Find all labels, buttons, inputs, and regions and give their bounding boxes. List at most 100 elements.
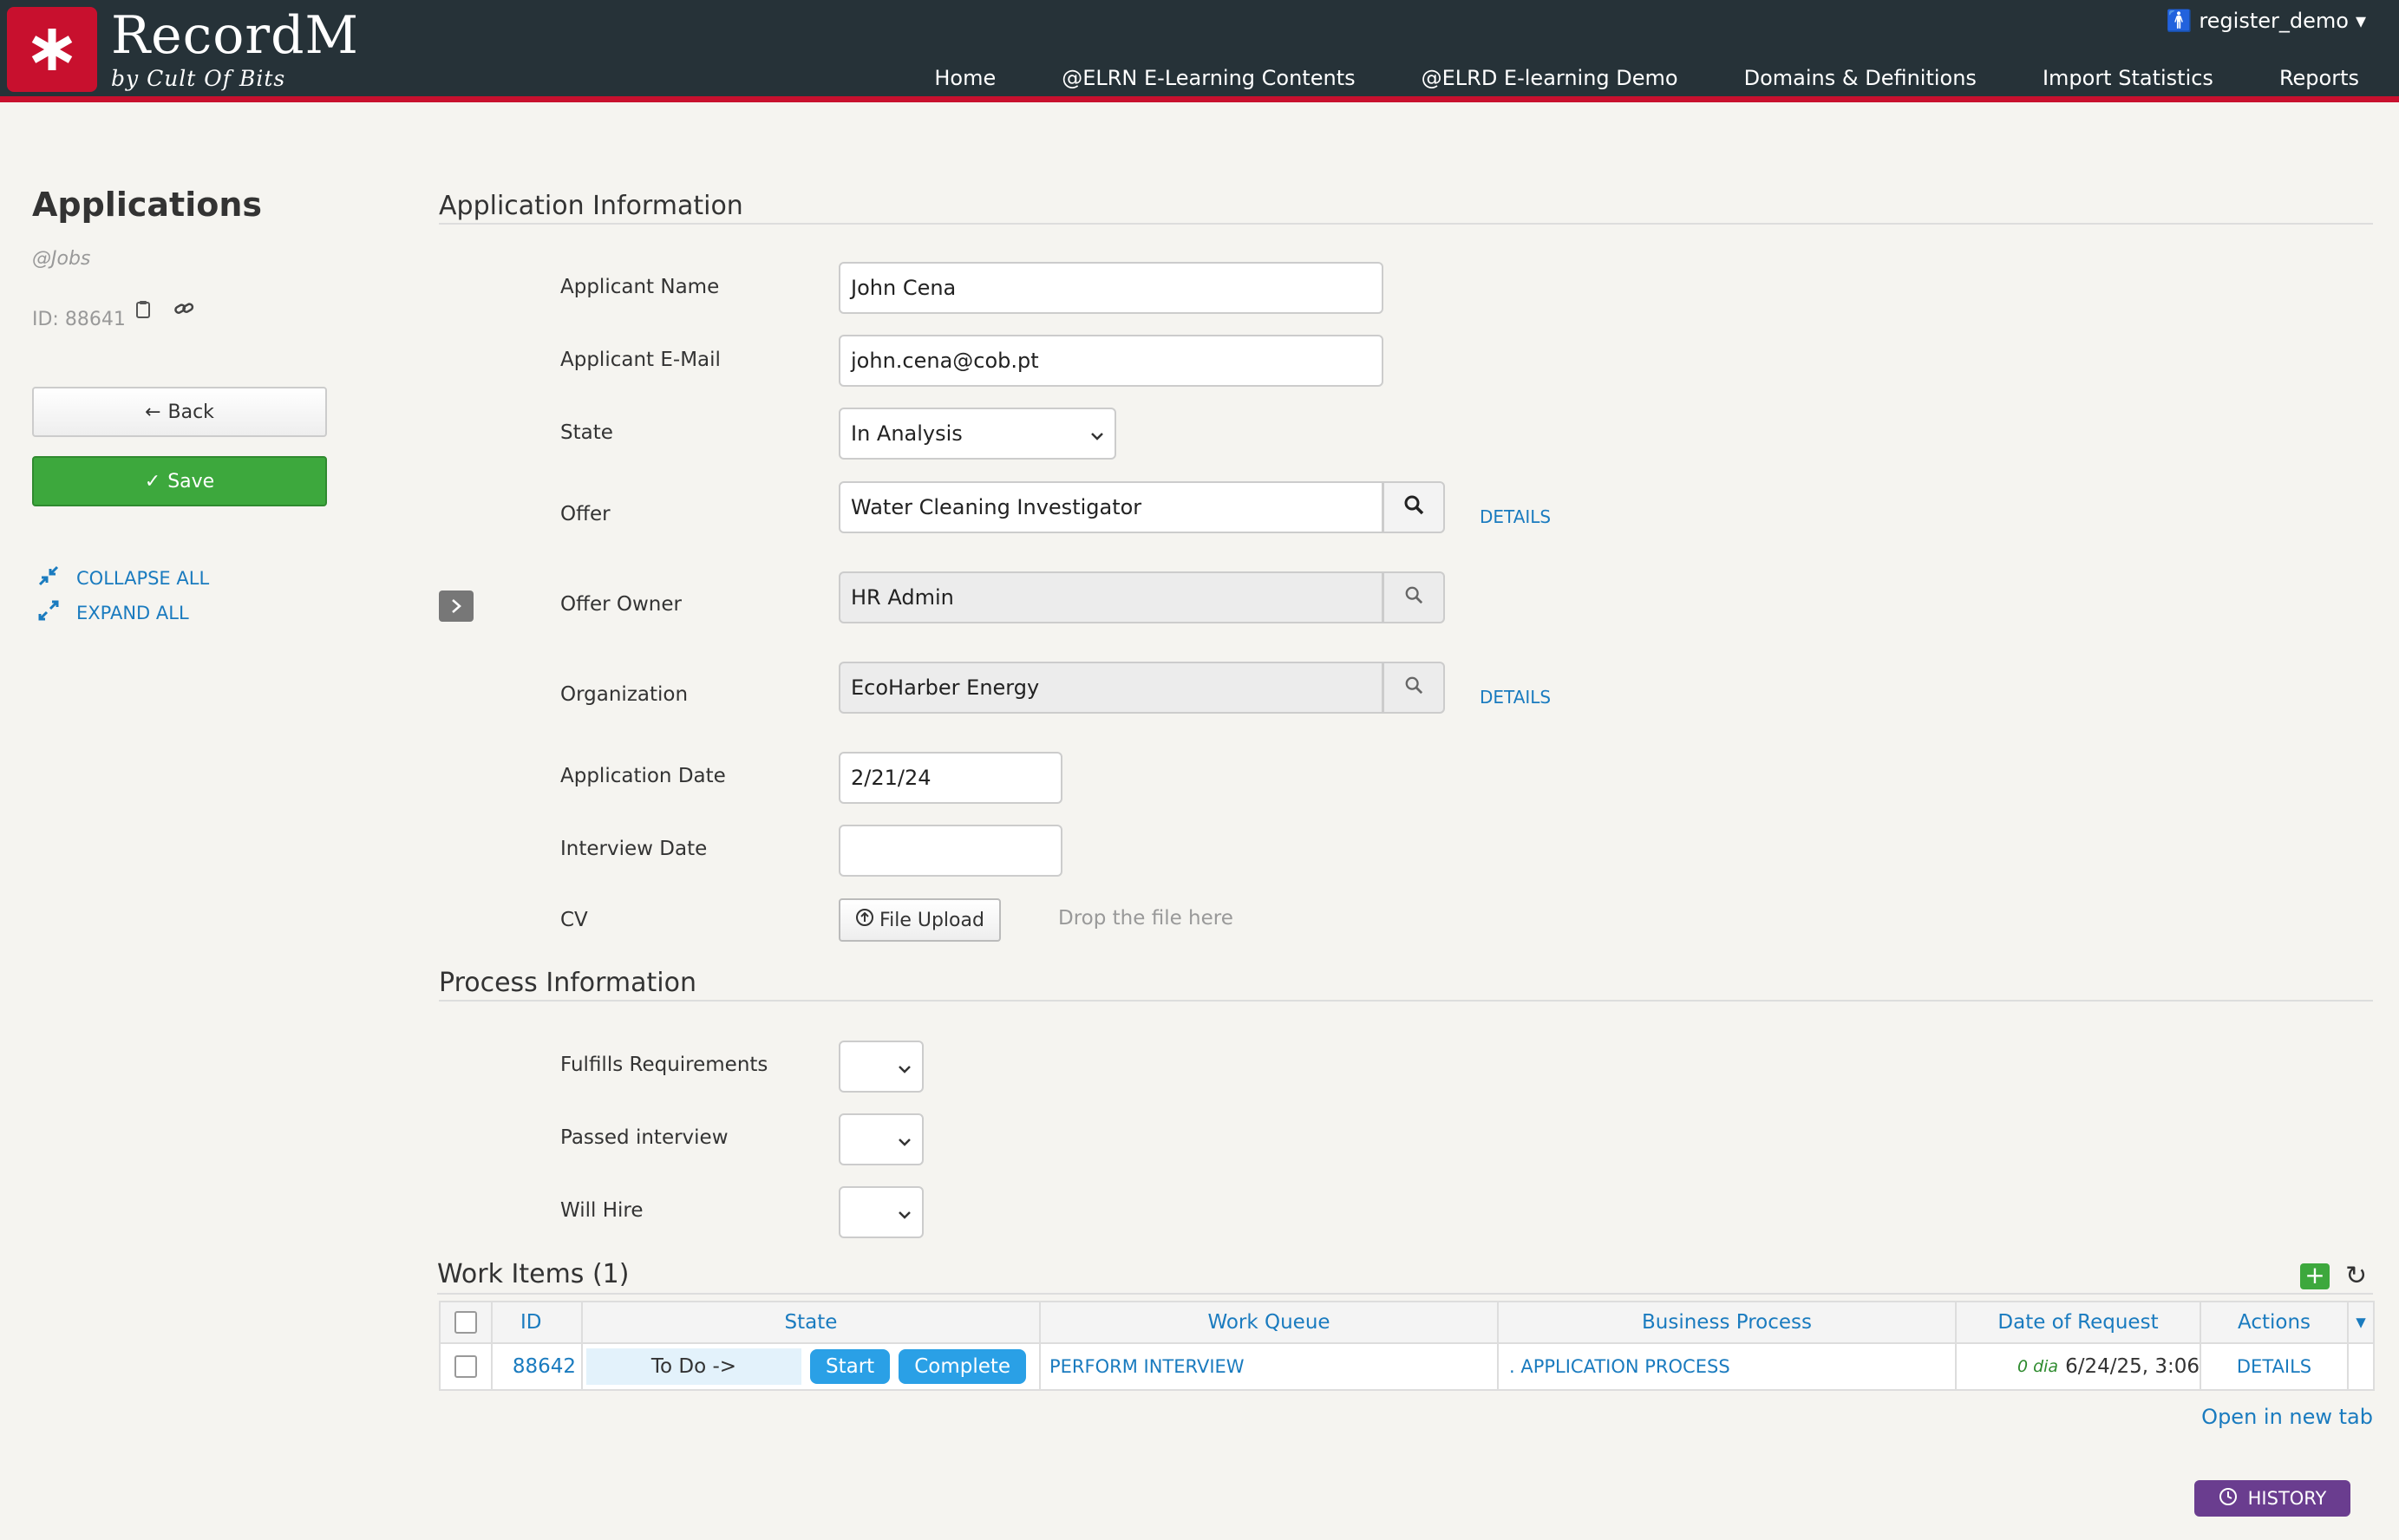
logo-asterisk-icon[interactable]: [7, 7, 97, 92]
offer-details-link[interactable]: DETAILS: [1480, 506, 1551, 527]
will-hire-label: Will Hire: [560, 1199, 644, 1222]
brand-name: RecordM: [111, 5, 359, 66]
row-details-link[interactable]: DETAILS: [2201, 1344, 2349, 1389]
offer-owner-input: HR Admin: [839, 571, 1383, 623]
column-business-process[interactable]: Business Process: [1499, 1302, 1957, 1342]
caret-down-icon[interactable]: ▾: [2349, 1302, 2373, 1342]
application-date-label: Application Date: [560, 765, 726, 787]
applicant-name-label: Applicant Name: [560, 276, 720, 298]
upload-icon: [855, 908, 874, 932]
organization-label: Organization: [560, 683, 689, 706]
instance-id: ID: 88641: [32, 309, 126, 330]
section-title-application: Application Information: [439, 191, 743, 221]
organization-search-button: [1383, 662, 1445, 714]
top-bar: RecordM by Cult Of Bits 🚹 register_demo …: [0, 0, 2399, 102]
history-button[interactable]: HISTORY: [2194, 1480, 2350, 1517]
refresh-icon[interactable]: ↻: [2345, 1261, 2367, 1291]
file-upload-button[interactable]: File Upload: [839, 898, 1001, 942]
organization-input: EcoHarber Energy: [839, 662, 1383, 714]
search-icon: [1404, 675, 1423, 700]
compress-icon: [38, 565, 59, 591]
person-icon: 🚹: [2166, 9, 2193, 33]
work-items-table: ID State Work Queue Business Process Dat…: [439, 1301, 2375, 1391]
will-hire-select[interactable]: [839, 1186, 924, 1238]
search-icon: [1403, 494, 1424, 520]
work-items-title: Work Items (1): [437, 1259, 630, 1289]
offer-search-button[interactable]: [1383, 481, 1445, 533]
nav-import-statistics[interactable]: Import Statistics: [2043, 66, 2213, 90]
nav-reports[interactable]: Reports: [2279, 66, 2359, 90]
column-date-of-request[interactable]: Date of Request: [1957, 1302, 2201, 1342]
column-actions[interactable]: Actions: [2201, 1302, 2349, 1342]
add-work-item-button[interactable]: +: [2300, 1263, 2330, 1289]
user-menu[interactable]: 🚹 register_demo ▾: [2166, 9, 2366, 33]
user-name: register_demo: [2199, 9, 2349, 33]
page-title: Applications: [32, 186, 262, 224]
applicant-email-input[interactable]: john.cena@cob.pt: [839, 335, 1383, 387]
request-date: 6/24/25, 3:06: [2065, 1355, 2200, 1378]
business-process-link[interactable]: . APPLICATION PROCESS: [1499, 1344, 1957, 1389]
caret-down-icon: ▾: [2355, 9, 2366, 33]
interview-date-label: Interview Date: [560, 838, 708, 860]
check-icon: ✓: [144, 470, 161, 493]
row-spacer: [2349, 1344, 2373, 1389]
main-nav: Home @ELRN E-Learning Contents @ELRD E-l…: [868, 66, 2359, 90]
organization-details-link[interactable]: DETAILS: [1480, 687, 1551, 708]
nav-domains[interactable]: Domains & Definitions: [1744, 66, 1977, 90]
section-divider: [437, 1293, 2373, 1295]
state-label: State: [560, 421, 613, 444]
interview-date-input[interactable]: [839, 825, 1062, 877]
search-icon: [1404, 585, 1423, 610]
passed-interview-select[interactable]: [839, 1113, 924, 1165]
section-divider: [439, 223, 2373, 225]
applicant-name-input[interactable]: John Cena: [839, 262, 1383, 314]
back-button[interactable]: ← Back: [32, 387, 327, 437]
passed-interview-label: Passed interview: [560, 1126, 729, 1149]
save-button[interactable]: ✓ Save: [32, 456, 327, 506]
expand-all-link[interactable]: EXPAND ALL: [38, 600, 189, 625]
fulfills-requirements-select[interactable]: [839, 1041, 924, 1093]
chevron-down-icon: [1090, 421, 1104, 446]
clipboard-icon[interactable]: [135, 300, 151, 324]
state-select[interactable]: In Analysis: [839, 408, 1116, 460]
row-checkbox[interactable]: [441, 1344, 493, 1389]
brand-subtitle: by Cult Of Bits: [111, 66, 286, 91]
application-date-input[interactable]: 2/21/24: [839, 752, 1062, 804]
select-all-checkbox[interactable]: [441, 1302, 493, 1342]
clock-icon: [2219, 1487, 2238, 1511]
section-divider: [439, 1000, 2373, 1002]
fulfills-requirements-label: Fulfills Requirements: [560, 1054, 768, 1076]
offer-owner-label: Offer Owner: [560, 593, 682, 616]
column-state[interactable]: State: [583, 1302, 1041, 1342]
work-queue-link[interactable]: PERFORM INTERVIEW: [1041, 1344, 1499, 1389]
definition-name: @Jobs: [32, 248, 91, 270]
column-work-queue[interactable]: Work Queue: [1041, 1302, 1499, 1342]
state-value: To Do ->: [586, 1348, 801, 1385]
offer-owner-search-button: [1383, 571, 1445, 623]
arrow-left-icon: ←: [145, 401, 161, 423]
cv-label: CV: [560, 909, 588, 931]
applicant-email-label: Applicant E-Mail: [560, 349, 721, 371]
drop-zone-text: Drop the file here: [1058, 907, 1233, 930]
chevron-right-icon[interactable]: [439, 591, 474, 622]
collapse-all-link[interactable]: COLLAPSE ALL: [38, 565, 209, 591]
column-id[interactable]: ID: [493, 1302, 583, 1342]
offer-input[interactable]: Water Cleaning Investigator: [839, 481, 1383, 533]
offer-label: Offer: [560, 503, 611, 525]
table-header: ID State Work Queue Business Process Dat…: [441, 1302, 2373, 1344]
expand-icon: [38, 600, 59, 625]
complete-button[interactable]: Complete: [899, 1349, 1027, 1384]
nav-elrd[interactable]: @ELRD E-learning Demo: [1422, 66, 1678, 90]
age-badge: 0 dia: [2017, 1357, 2059, 1376]
nav-home[interactable]: Home: [934, 66, 996, 90]
table-row: 88642 To Do -> Start Complete PERFORM IN…: [441, 1344, 2373, 1389]
chevron-down-icon: [898, 1054, 912, 1079]
open-in-new-tab-link[interactable]: Open in new tab: [2201, 1405, 2373, 1429]
state-cell: To Do -> Start Complete: [583, 1344, 1041, 1389]
chevron-down-icon: [898, 1200, 912, 1224]
link-icon[interactable]: [173, 300, 194, 324]
work-item-id-link[interactable]: 88642: [493, 1344, 583, 1389]
chevron-down-icon: [898, 1127, 912, 1152]
start-button[interactable]: Start: [810, 1349, 891, 1384]
nav-elrn[interactable]: @ELRN E-Learning Contents: [1062, 66, 1355, 90]
